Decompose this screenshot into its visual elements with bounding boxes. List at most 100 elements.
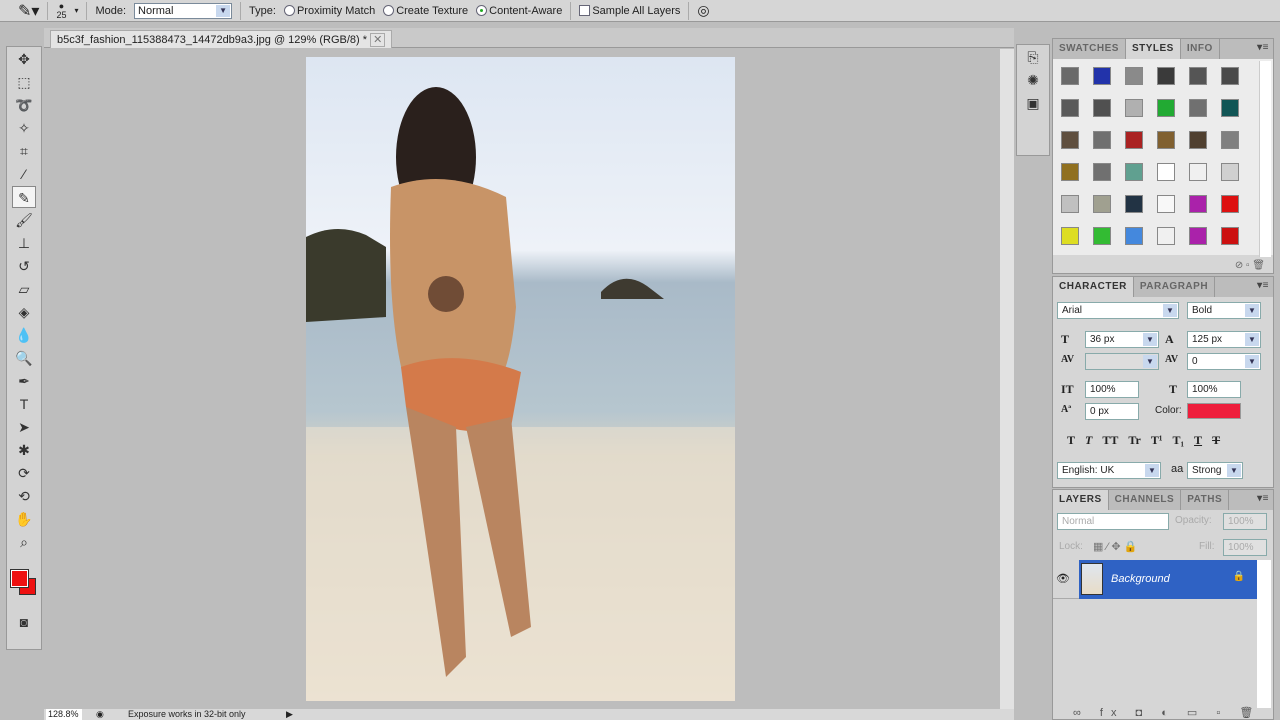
path-select-icon[interactable]: ➤	[12, 416, 36, 438]
style-swatch[interactable]	[1157, 99, 1175, 117]
style-swatch[interactable]	[1093, 67, 1111, 85]
leading-select[interactable]: 125 px ▼	[1187, 331, 1261, 348]
antialias-select[interactable]: Strong ▼	[1187, 462, 1243, 479]
opacity-field[interactable]: 100%	[1223, 513, 1267, 530]
style-swatch[interactable]	[1157, 227, 1175, 245]
lock-icons[interactable]: ▦ ⁄ ✥ 🔒	[1093, 540, 1137, 553]
style-swatch[interactable]	[1093, 195, 1111, 213]
sample-all-layers-checkbox[interactable]: Sample All Layers	[579, 5, 680, 17]
horizontal-scale-field[interactable]: 100%	[1187, 381, 1241, 398]
baseline-shift-field[interactable]: 0 px	[1085, 403, 1139, 420]
style-swatch[interactable]	[1189, 163, 1207, 181]
font-style-select[interactable]: Bold ▼	[1187, 302, 1261, 319]
history-panel-icon[interactable]: ⎘	[1021, 46, 1045, 68]
tracking-select[interactable]: 0 ▼	[1187, 353, 1261, 370]
radio-create-texture[interactable]: Create Texture	[383, 5, 468, 17]
styles-scrollbar[interactable]	[1259, 61, 1271, 257]
navigator-panel-icon[interactable]: ▣	[1021, 92, 1045, 114]
dodge-tool-icon[interactable]: 🔍	[12, 347, 36, 369]
style-swatch[interactable]	[1093, 131, 1111, 149]
faux-bold-button[interactable]: T	[1067, 433, 1075, 448]
style-swatch[interactable]	[1125, 67, 1143, 85]
pen-tool-icon[interactable]: ✒	[12, 370, 36, 392]
style-swatch[interactable]	[1157, 163, 1175, 181]
foreground-color[interactable]	[10, 569, 29, 588]
paint-bucket-icon[interactable]: ◈	[12, 301, 36, 323]
pressure-brush-icon[interactable]: ◎	[697, 2, 709, 19]
all-caps-button[interactable]: TT	[1102, 433, 1118, 448]
tab-paragraph[interactable]: PARAGRAPH	[1134, 277, 1216, 297]
style-swatch[interactable]	[1061, 227, 1079, 245]
panel-menu-icon[interactable]: ▾≡	[1257, 493, 1269, 504]
panel-menu-icon[interactable]: ▾≡	[1257, 280, 1269, 291]
tab-channels[interactable]: CHANNELS	[1109, 490, 1182, 510]
eraser-tool-icon[interactable]: ▱	[12, 278, 36, 300]
panel-menu-icon[interactable]: ▾≡	[1257, 42, 1269, 53]
style-swatch[interactable]	[1189, 131, 1207, 149]
style-swatch[interactable]	[1061, 67, 1079, 85]
healing-brush-tool-icon[interactable]: ✎	[12, 186, 36, 208]
stamp-tool-icon[interactable]: ⊥	[12, 232, 36, 254]
document-image[interactable]	[306, 57, 735, 701]
type-tool-icon[interactable]: T	[12, 393, 36, 415]
style-swatch[interactable]	[1125, 227, 1143, 245]
eyedropper-tool-icon[interactable]: ⁄	[12, 163, 36, 185]
lasso-tool-icon[interactable]: ➰	[12, 94, 36, 116]
small-caps-button[interactable]: Tr	[1128, 433, 1140, 448]
style-swatch[interactable]	[1125, 131, 1143, 149]
kerning-select[interactable]: ▼	[1085, 353, 1159, 370]
radio-proximity-match[interactable]: Proximity Match	[283, 5, 375, 17]
font-family-select[interactable]: Arial ▼	[1057, 302, 1179, 319]
strikethrough-button[interactable]: T	[1212, 433, 1220, 448]
style-swatch[interactable]	[1221, 67, 1239, 85]
faux-italic-button[interactable]: T	[1085, 433, 1092, 448]
style-swatch[interactable]	[1093, 99, 1111, 117]
style-swatch[interactable]	[1189, 195, 1207, 213]
style-swatch[interactable]	[1221, 163, 1239, 181]
layer-row[interactable]: 👁 Background 🔒	[1053, 560, 1259, 599]
3d-orbit-icon[interactable]: ⟲	[12, 485, 36, 507]
style-swatch[interactable]	[1125, 99, 1143, 117]
mode-select[interactable]: Normal ▼	[134, 2, 233, 19]
hand-tool-icon[interactable]: ✋	[12, 508, 36, 530]
tab-info[interactable]: INFO	[1181, 39, 1220, 59]
marquee-tool-icon[interactable]: ⬚	[12, 71, 36, 93]
style-swatch[interactable]	[1157, 195, 1175, 213]
vertical-scrollbar[interactable]	[1000, 49, 1014, 709]
tab-styles[interactable]: STYLES	[1125, 39, 1181, 59]
move-tool-icon[interactable]: ✥	[12, 48, 36, 70]
style-swatch[interactable]	[1189, 67, 1207, 85]
layers-scrollbar[interactable]	[1257, 560, 1271, 708]
3d-rotate-icon[interactable]: ⟳	[12, 462, 36, 484]
underline-button[interactable]: T	[1194, 433, 1202, 448]
quick-mask-icon[interactable]: ◙	[12, 611, 36, 633]
tab-paths[interactable]: PATHS	[1181, 490, 1230, 510]
text-color-swatch[interactable]	[1187, 403, 1241, 419]
document-tab[interactable]: b5c3f_fashion_115388473_14472db9a3.jpg @…	[50, 30, 393, 48]
eye-icon[interactable]: 👁	[1056, 572, 1070, 585]
blend-mode-select[interactable]: Normal	[1057, 513, 1169, 530]
crop-tool-icon[interactable]: ⌗	[12, 140, 36, 162]
style-swatch[interactable]	[1157, 67, 1175, 85]
style-swatch[interactable]	[1221, 99, 1239, 117]
close-icon[interactable]: ✕	[370, 33, 386, 47]
style-swatch[interactable]	[1061, 163, 1079, 181]
style-swatch[interactable]	[1093, 163, 1111, 181]
styles-footer-icons[interactable]: ⊘ ▫ 🗑	[1235, 260, 1265, 271]
tab-character[interactable]: CHARACTER	[1053, 277, 1134, 297]
layers-footer-icons[interactable]: ∞ fx ◘ ◐ ▭ ▫ 🗑	[1073, 706, 1261, 719]
font-size-select[interactable]: 36 px ▼	[1085, 331, 1159, 348]
style-swatch[interactable]	[1221, 227, 1239, 245]
status-info-icon[interactable]: ◉	[96, 709, 104, 720]
superscript-button[interactable]: T¹	[1151, 433, 1163, 448]
style-swatch[interactable]	[1189, 227, 1207, 245]
radio-content-aware[interactable]: Content-Aware	[476, 5, 562, 17]
style-swatch[interactable]	[1061, 131, 1079, 149]
tab-swatches[interactable]: SWATCHES	[1053, 39, 1126, 59]
language-select[interactable]: English: UK ▼	[1057, 462, 1161, 479]
brush-tool-icon[interactable]: 🖌	[12, 209, 36, 231]
actions-panel-icon[interactable]: ✺	[1021, 69, 1045, 91]
style-swatch[interactable]	[1093, 227, 1111, 245]
style-swatch[interactable]	[1221, 195, 1239, 213]
tab-layers[interactable]: LAYERS	[1053, 490, 1109, 510]
